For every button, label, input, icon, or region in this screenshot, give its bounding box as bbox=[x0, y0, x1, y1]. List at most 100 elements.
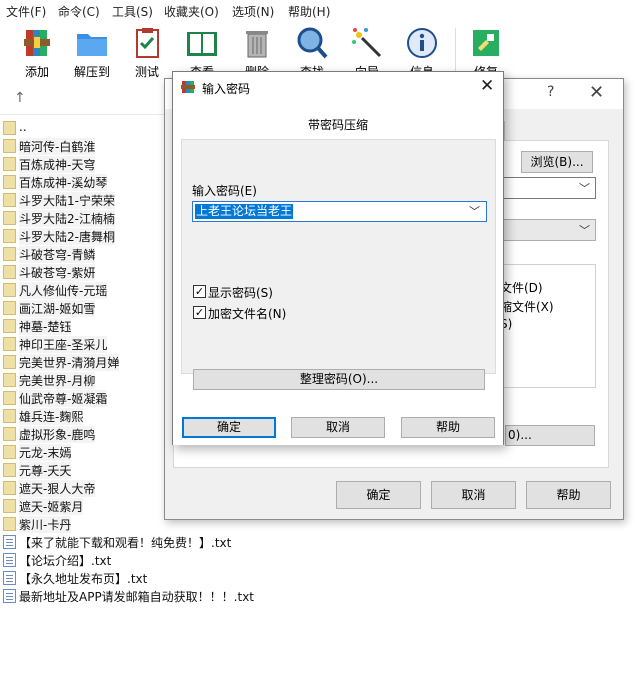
folder-icon bbox=[3, 463, 16, 477]
magnifier-icon bbox=[297, 27, 328, 59]
help-icon[interactable]: ? bbox=[547, 84, 554, 100]
file-name: 完美世界-月柳 bbox=[19, 372, 96, 389]
profile-combo[interactable]: ﹀ bbox=[495, 219, 596, 241]
option-delete-files[interactable]: 文件(D) bbox=[500, 279, 543, 296]
archive-add-icon bbox=[24, 30, 50, 56]
password-group-box bbox=[181, 139, 496, 374]
folder-icon bbox=[3, 427, 16, 441]
folder-icon bbox=[3, 319, 16, 333]
close-icon[interactable]: ✕ bbox=[589, 82, 604, 103]
folder-icon bbox=[3, 193, 16, 207]
folder-icon bbox=[3, 211, 16, 225]
folder-icon bbox=[3, 121, 16, 135]
encrypt-filenames-label: 加密文件名(N) bbox=[208, 307, 287, 321]
add-button[interactable]: 添加 bbox=[11, 26, 63, 80]
book-view-icon bbox=[187, 32, 217, 56]
file-name: 【论坛介绍】.txt bbox=[19, 554, 112, 568]
dialog-heading: 带密码压缩 bbox=[307, 118, 368, 132]
file-name: 仙武帝尊-姬凝霜 bbox=[19, 390, 108, 407]
file-name: 最新地址及APP请发邮箱自动获取！！！.txt bbox=[19, 590, 255, 604]
file-name: 凡人修仙传-元瑶 bbox=[19, 282, 108, 299]
archive-cancel-button[interactable]: 取消 bbox=[431, 481, 516, 509]
file-name: 神墓-楚钰 bbox=[19, 318, 72, 335]
file-name: 虚拟形象-鹿鸣 bbox=[19, 426, 96, 443]
password-input[interactable]: 上老王论坛当老王 ﹀ bbox=[192, 201, 487, 222]
file-name: 斗罗大陆2-唐舞桐 bbox=[19, 228, 115, 245]
extract-button[interactable]: 解压到 bbox=[66, 26, 118, 80]
password-field-label: 输入密码(E) bbox=[192, 184, 257, 198]
checkmark-icon: ✓ bbox=[194, 306, 205, 319]
help-button[interactable]: 帮助 bbox=[401, 417, 495, 438]
extract-label: 解压到 bbox=[73, 65, 110, 79]
folder-extract-icon bbox=[77, 34, 107, 56]
list-header-divider bbox=[0, 114, 170, 115]
option-create-sfx[interactable]: 缩文件(X) bbox=[500, 298, 554, 315]
folder-icon bbox=[3, 283, 16, 297]
menu-favorites[interactable]: 收藏夹(O) bbox=[164, 3, 219, 20]
text-file-icon bbox=[3, 535, 16, 549]
chevron-down-icon[interactable]: ﹀ bbox=[469, 203, 480, 219]
organize-passwords-button[interactable]: 整理密码(O)... bbox=[193, 369, 485, 390]
folder-icon bbox=[3, 481, 16, 495]
file-name: 遮天-狠人大帝 bbox=[19, 480, 96, 497]
menu-options[interactable]: 选项(N) bbox=[232, 3, 274, 20]
password-value: 上老王论坛当老王 bbox=[195, 204, 294, 219]
folder-icon bbox=[3, 409, 16, 423]
archive-name-combo[interactable]: ﹀ bbox=[495, 177, 596, 199]
encrypt-filenames-checkbox[interactable]: ✓ bbox=[193, 306, 206, 319]
folder-icon bbox=[3, 445, 16, 459]
file-name: 斗罗大陆1-宁荣荣 bbox=[19, 192, 115, 209]
file-name: 斗破苍穹-紫妍 bbox=[19, 264, 96, 281]
folder-icon bbox=[3, 157, 16, 171]
folder-icon bbox=[3, 301, 16, 315]
ok-button[interactable]: 确定 bbox=[182, 417, 276, 438]
file-name: 紫川-卡丹 bbox=[19, 516, 72, 533]
folder-icon bbox=[3, 355, 16, 369]
file-name: 百炼成神-溪幼琴 bbox=[19, 174, 108, 191]
folder-icon bbox=[3, 229, 16, 243]
folder-icon bbox=[3, 337, 16, 351]
file-name: 元龙-末嫣 bbox=[19, 444, 72, 461]
text-file-icon bbox=[3, 589, 16, 603]
trash-icon bbox=[246, 31, 268, 58]
file-name: 神印王座-圣采儿 bbox=[19, 336, 108, 353]
file-name: 画江湖-姬如雪 bbox=[19, 300, 96, 317]
password-dialog: 输入密码 ✕ 带密码压缩 输入密码(E) 上老王论坛当老王 ﹀ ✓ 显示密码(S… bbox=[172, 71, 504, 445]
close-icon[interactable]: ✕ bbox=[480, 76, 494, 96]
wand-icon bbox=[352, 28, 382, 58]
archive-ok-button[interactable]: 确定 bbox=[336, 481, 421, 509]
set-password-button[interactable]: 0)... bbox=[505, 425, 595, 446]
cancel-button[interactable]: 取消 bbox=[291, 417, 385, 438]
file-name: 雄兵连-麴熙 bbox=[19, 408, 84, 425]
show-password-checkbox[interactable]: ✓ bbox=[193, 285, 206, 298]
up-arrow-icon[interactable]: ↑ bbox=[14, 90, 26, 106]
test-button[interactable]: 测试 bbox=[121, 26, 173, 80]
archive-help-button[interactable]: 帮助 bbox=[526, 481, 611, 509]
password-dialog-titlebar: 输入密码 ✕ bbox=[173, 72, 503, 103]
folder-icon bbox=[3, 517, 16, 531]
folder-icon bbox=[3, 265, 16, 279]
show-password-label: 显示密码(S) bbox=[208, 286, 273, 300]
clipboard-test-icon bbox=[136, 28, 159, 58]
file-name: 【永久地址发布页】.txt bbox=[19, 572, 148, 586]
file-name: 元尊-夭夭 bbox=[19, 462, 72, 479]
file-name: 【来了就能下载和观看！纯免费！】.txt bbox=[19, 536, 232, 550]
file-name: 遮天-姬紫月 bbox=[19, 498, 84, 515]
dialog-title: 输入密码 bbox=[202, 82, 251, 96]
folder-icon bbox=[3, 391, 16, 405]
info-icon bbox=[407, 28, 437, 58]
file-name: .. bbox=[19, 120, 27, 134]
menu-help[interactable]: 帮助(H) bbox=[288, 3, 330, 20]
winrar-icon bbox=[181, 81, 195, 93]
browse-button[interactable]: 浏览(B)... bbox=[521, 151, 593, 173]
navigation-bar: ↑ bbox=[0, 84, 170, 114]
menu-command[interactable]: 命令(C) bbox=[58, 3, 100, 20]
text-file-icon bbox=[3, 571, 16, 585]
menu-file[interactable]: 文件(F) bbox=[6, 3, 46, 20]
menu-tools[interactable]: 工具(S) bbox=[112, 3, 153, 20]
repair-icon bbox=[473, 30, 499, 56]
chevron-down-icon: ﹀ bbox=[579, 224, 590, 237]
folder-icon bbox=[3, 373, 16, 387]
file-name: 百炼成神-天穹 bbox=[19, 156, 96, 173]
folder-icon bbox=[3, 175, 16, 189]
